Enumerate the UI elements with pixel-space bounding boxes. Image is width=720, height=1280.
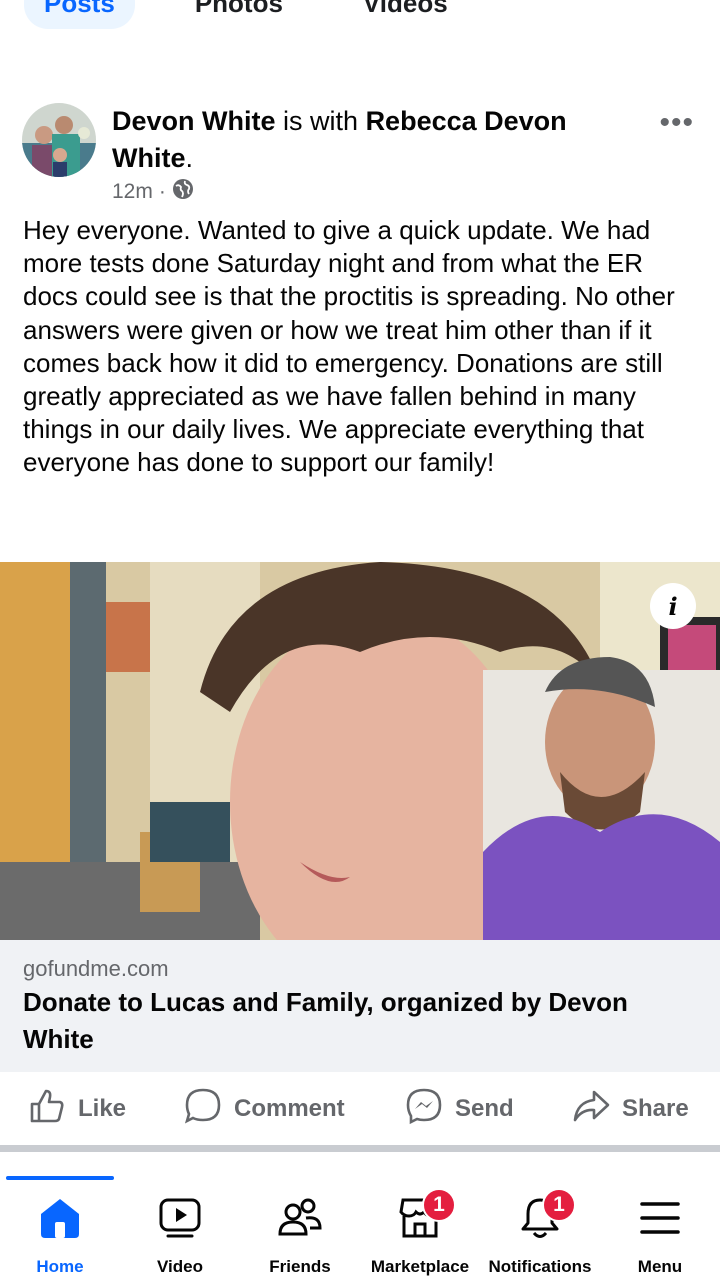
headline-period: .	[185, 143, 194, 173]
nav-friends-label: Friends	[269, 1257, 331, 1276]
send-label: Send	[455, 1095, 514, 1122]
friends-icon	[278, 1196, 322, 1245]
thumbs-up-icon	[28, 1087, 66, 1132]
nav-home[interactable]: Home	[0, 1196, 120, 1277]
post-meta: 12m ·	[112, 178, 194, 206]
comment-button[interactable]: Comment	[184, 1086, 345, 1132]
nav-home-label: Home	[36, 1257, 84, 1276]
profile-tabs: Posts Photos Videos	[24, 0, 468, 29]
share-button[interactable]: Share	[572, 1086, 689, 1132]
tab-videos[interactable]: Videos	[343, 0, 468, 29]
bell-icon: 1	[518, 1188, 576, 1245]
marketplace-badge: 1	[422, 1188, 456, 1222]
nav-video-label: Video	[157, 1257, 203, 1276]
more-dots-icon[interactable]: •••	[659, 108, 694, 138]
post-actions: Like Comment Send Share	[0, 1086, 720, 1132]
nav-notifications[interactable]: 1 Notifications	[480, 1188, 600, 1277]
nav-friends[interactable]: Friends	[240, 1196, 360, 1277]
meta-separator: ·	[158, 180, 166, 203]
hamburger-menu-icon	[638, 1196, 682, 1245]
storefront-icon: 1	[398, 1188, 456, 1245]
tab-posts[interactable]: Posts	[24, 0, 135, 29]
author-name[interactable]: Devon White	[112, 106, 276, 136]
info-icon[interactable]: i	[650, 583, 696, 629]
share-arrow-icon	[572, 1087, 610, 1132]
nav-menu[interactable]: Menu	[600, 1196, 720, 1277]
author-avatar[interactable]	[22, 103, 96, 177]
comment-icon	[184, 1087, 222, 1132]
post-headline: Devon White is with Rebecca Devon White.	[112, 103, 612, 177]
nav-menu-label: Menu	[637, 1257, 683, 1276]
post-body: Hey everyone. Wanted to give a quick upd…	[23, 215, 675, 478]
active-tab-indicator	[6, 1176, 114, 1180]
link-title[interactable]: Donate to Lucas and Family, organized by…	[23, 984, 683, 1058]
tab-photos[interactable]: Photos	[175, 0, 303, 29]
link-preview-image[interactable]	[0, 562, 720, 940]
post-time[interactable]: 12m	[112, 180, 153, 204]
link-domain: gofundme.com	[23, 956, 169, 981]
comment-label: Comment	[234, 1095, 345, 1122]
with-text: is with	[283, 106, 359, 136]
nav-marketplace[interactable]: 1 Marketplace	[360, 1188, 480, 1277]
messenger-icon	[405, 1087, 443, 1132]
send-button[interactable]: Send	[405, 1086, 514, 1132]
like-button[interactable]: Like	[28, 1086, 126, 1132]
share-label: Share	[622, 1095, 689, 1122]
notifications-badge: 1	[542, 1188, 576, 1222]
globe-icon	[172, 178, 194, 206]
video-icon	[158, 1196, 202, 1245]
like-label: Like	[78, 1095, 127, 1122]
nav-notifications-label: Notifications	[488, 1257, 592, 1276]
nav-marketplace-label: Marketplace	[370, 1257, 470, 1276]
nav-video[interactable]: Video	[120, 1196, 240, 1277]
home-icon	[38, 1196, 82, 1245]
feed-divider	[0, 1145, 720, 1152]
